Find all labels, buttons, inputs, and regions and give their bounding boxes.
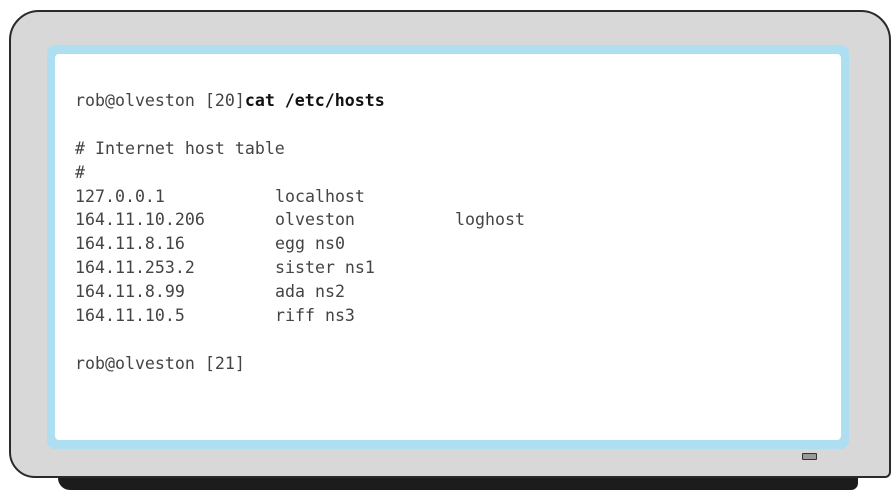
power-indicator-icon xyxy=(802,453,817,460)
host-ip: 164.11.10.5 xyxy=(75,306,185,326)
host-ip: 164.11.8.99 xyxy=(75,282,185,302)
screen-frame: rob@olveston [20]cat /etc/hosts # Intern… xyxy=(47,45,849,449)
host-entry: 164.11.253.2 sister ns1 xyxy=(75,256,841,280)
host-ip: 164.11.10.206 xyxy=(75,210,205,230)
host-ip: 164.11.8.16 xyxy=(75,234,185,254)
monitor-base xyxy=(58,478,858,490)
comment-line: # xyxy=(75,162,85,182)
command-text: cat /etc/hosts xyxy=(244,91,385,110)
host-ip: 164.11.253.2 xyxy=(75,258,195,278)
host-entry: 164.11.10.5 riff ns3 xyxy=(75,304,841,328)
prompt-line-1: rob@olveston [20]cat /etc/hosts xyxy=(75,89,841,113)
host-name: sister ns1 xyxy=(275,258,375,278)
prompt: rob@olveston [21] xyxy=(75,353,245,373)
prompt: rob@olveston [20] xyxy=(75,91,245,110)
host-entry: 164.11.8.99 ada ns2 xyxy=(75,280,841,304)
host-name: riff ns3 xyxy=(275,306,355,326)
host-name: egg ns0 xyxy=(275,234,345,254)
host-name: olveston xyxy=(275,210,355,230)
host-name: ada ns2 xyxy=(275,282,345,302)
host-alias: loghost xyxy=(455,210,525,230)
host-ip: 127.0.0.1 xyxy=(75,186,165,206)
host-entry: 127.0.0.1 localhost xyxy=(75,185,841,209)
comment-line: # Internet host table xyxy=(75,138,285,158)
host-entry: 164.11.8.16 egg ns0 xyxy=(75,232,841,256)
terminal-screen[interactable]: rob@olveston [20]cat /etc/hosts # Intern… xyxy=(55,54,841,440)
host-name: localhost xyxy=(275,186,365,206)
prompt-line-2: rob@olveston [21] xyxy=(75,352,841,376)
host-entry: 164.11.10.206 olveston loghost xyxy=(75,208,841,232)
